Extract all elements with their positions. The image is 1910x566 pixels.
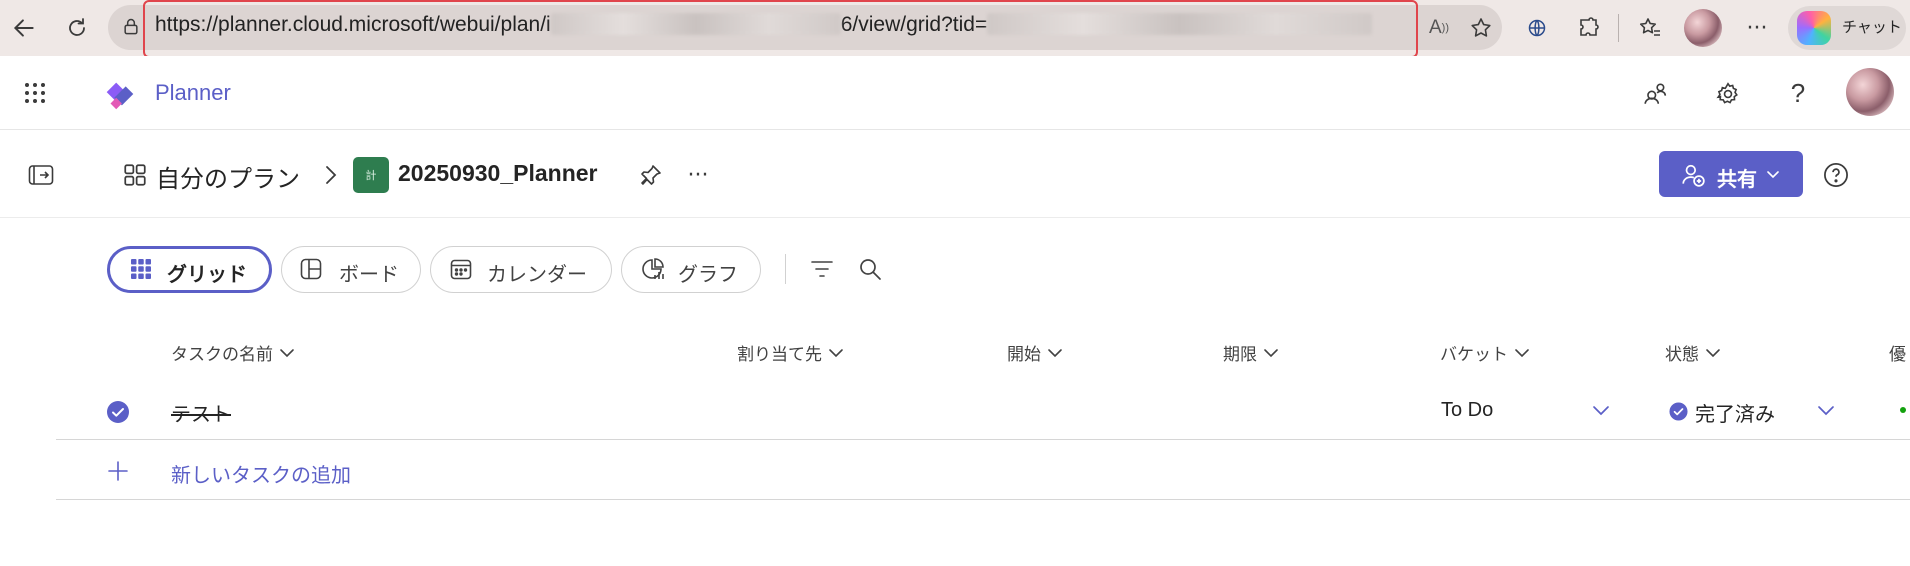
- read-aloud-icon[interactable]: A)): [1424, 13, 1454, 43]
- column-header-start[interactable]: 開始: [1007, 340, 1063, 365]
- app-title[interactable]: Planner: [155, 80, 231, 106]
- column-header-label: 状態: [1665, 345, 1699, 365]
- row-divider: [56, 499, 1910, 500]
- browser-profile-avatar[interactable]: [1684, 9, 1722, 47]
- add-task-button[interactable]: 新しいタスクの追加: [171, 459, 351, 488]
- plan-tile-icon: 計: [353, 157, 389, 193]
- more-options-icon[interactable]: ···: [1742, 12, 1772, 44]
- chevron-down-icon: [829, 348, 843, 357]
- status-chevron-down-icon[interactable]: [1817, 402, 1835, 418]
- column-header-bucket[interactable]: バケット: [1440, 340, 1530, 365]
- share-person-add-icon: [1679, 161, 1707, 189]
- url-prefix: https://planner.cloud.microsoft/webui/pl…: [155, 13, 551, 36]
- favorite-star-icon[interactable]: [1465, 12, 1497, 44]
- share-chevron-down-icon: [1765, 167, 1781, 183]
- lock-icon[interactable]: [118, 14, 144, 40]
- copilot-chat-label: チャット: [1842, 18, 1902, 36]
- breadcrumb-my-plans[interactable]: 自分のプラン: [156, 159, 300, 194]
- plan-tile-text: 計: [365, 169, 377, 182]
- url-text[interactable]: https://planner.cloud.microsoft/webui/pl…: [155, 13, 1373, 37]
- plan-help-icon[interactable]: [1820, 159, 1852, 191]
- chevron-down-icon: [1706, 348, 1720, 357]
- column-header-label: 優: [1889, 345, 1906, 365]
- settings-gear-icon[interactable]: [1711, 77, 1745, 111]
- task-bucket-value[interactable]: To Do: [1441, 399, 1493, 422]
- task-status-value[interactable]: 完了済み: [1695, 398, 1775, 427]
- status-completed-icon: [1668, 401, 1688, 421]
- tab-chart-label: グラフ: [678, 262, 738, 286]
- chevron-down-icon: [280, 348, 294, 357]
- tab-calendar-label: カレンダー: [487, 262, 587, 286]
- plan-more-icon[interactable]: ···: [683, 160, 713, 190]
- search-icon[interactable]: [856, 255, 884, 283]
- bucket-chevron-down-icon[interactable]: [1592, 402, 1610, 418]
- url-middle: 6/view/grid?tid=: [840, 13, 988, 36]
- grid-view-icon: [128, 256, 154, 282]
- app-header: [0, 56, 1910, 130]
- translate-globe-icon[interactable]: [1522, 13, 1552, 43]
- chevron-down-icon: [1515, 348, 1529, 357]
- column-header-assigned-to[interactable]: 割り当て先: [737, 340, 844, 365]
- copilot-logo-icon: [1797, 11, 1831, 45]
- tab-separator: [785, 254, 786, 284]
- add-plus-icon[interactable]: [106, 458, 130, 484]
- my-plans-grid-icon[interactable]: [120, 160, 150, 190]
- expand-left-pane-icon[interactable]: [26, 160, 56, 190]
- pin-icon[interactable]: [636, 160, 666, 190]
- filter-icon[interactable]: [809, 256, 835, 282]
- calendar-view-icon: [448, 256, 474, 282]
- app-launcher-waffle-icon[interactable]: [20, 78, 50, 108]
- column-header-status[interactable]: 状態: [1665, 340, 1721, 365]
- url-redacted-tid: [987, 13, 1373, 35]
- help-question-icon[interactable]: ?: [1783, 76, 1813, 110]
- breadcrumb-chevron-right-icon: [320, 162, 342, 188]
- chevron-down-icon: [1048, 348, 1062, 357]
- chevron-down-icon: [1264, 348, 1278, 357]
- row-divider: [56, 439, 1910, 440]
- tab-grid-label: グリッド: [167, 262, 247, 286]
- feedback-people-icon[interactable]: [1639, 78, 1671, 110]
- column-header-task-name[interactable]: タスクの名前: [171, 340, 295, 365]
- url-redacted-segment: [550, 13, 841, 35]
- column-header-label: 開始: [1007, 345, 1041, 365]
- favorites-list-icon[interactable]: [1634, 12, 1666, 44]
- task-complete-check-icon[interactable]: [106, 400, 130, 424]
- board-view-icon: [298, 256, 324, 282]
- extensions-puzzle-icon[interactable]: [1573, 12, 1605, 44]
- column-header-label: タスクの名前: [171, 345, 273, 365]
- chart-view-icon: [640, 256, 666, 282]
- column-header-priority[interactable]: 優: [1889, 340, 1906, 365]
- column-header-label: バケット: [1440, 345, 1508, 365]
- refresh-icon[interactable]: [61, 12, 93, 44]
- planner-logo-icon: [100, 74, 140, 114]
- tab-board-label: ボード: [339, 262, 399, 286]
- column-header-label: 割り当て先: [737, 345, 822, 365]
- user-avatar[interactable]: [1846, 68, 1894, 116]
- back-arrow-icon[interactable]: [8, 12, 40, 44]
- column-header-due[interactable]: 期限: [1223, 340, 1279, 365]
- share-button-label: 共有: [1717, 167, 1757, 191]
- plan-name[interactable]: 20250930_Planner: [398, 160, 598, 187]
- priority-indicator-dot: [1900, 407, 1906, 413]
- toolbar-separator: [1618, 14, 1619, 42]
- column-header-label: 期限: [1223, 345, 1257, 365]
- task-name[interactable]: テスト: [171, 398, 231, 427]
